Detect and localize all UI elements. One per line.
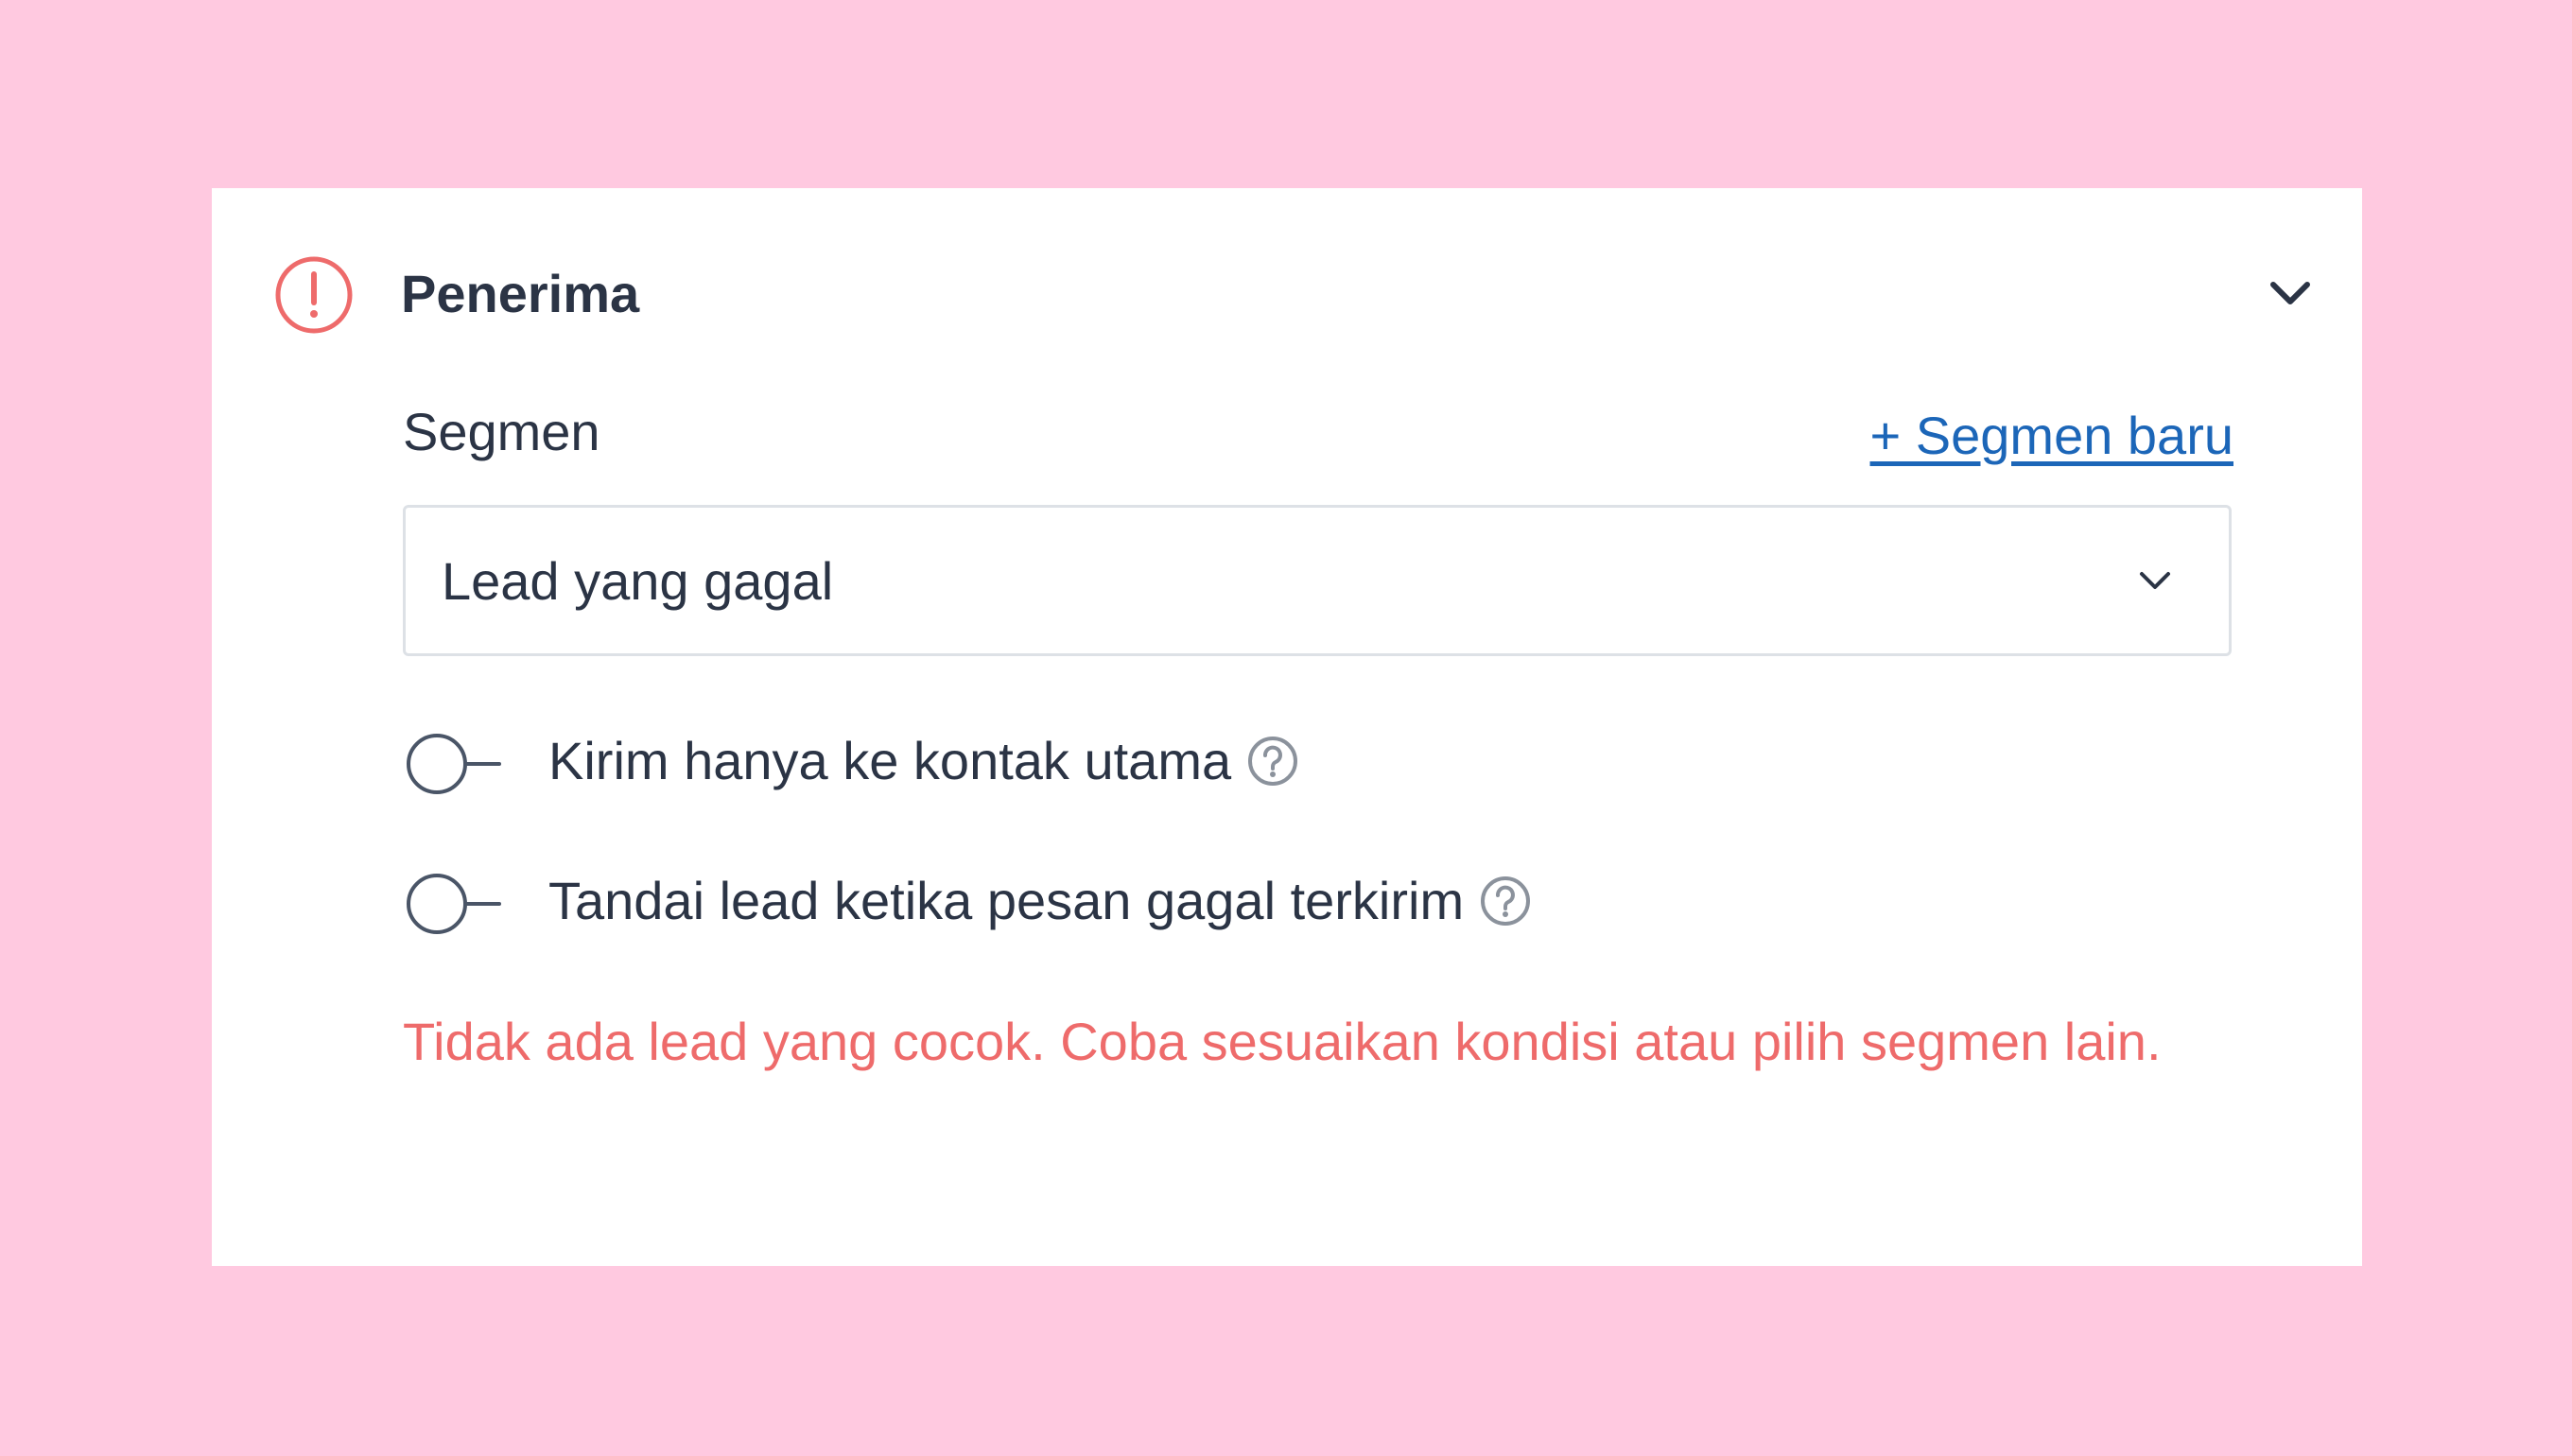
error-message: Tidak ada lead yang cocok. Coba sesuaika… [403, 1012, 2162, 1071]
section-header[interactable]: Penerima [212, 188, 2362, 396]
chevron-down-icon [2129, 555, 2181, 608]
mark-failed-toggle[interactable] [403, 871, 507, 937]
recipients-card: Penerima Segmen + Segmen baru Lead yang … [212, 188, 2362, 1266]
segment-select-value: Lead yang gagal [442, 551, 834, 611]
primary-contact-toggle[interactable] [403, 731, 507, 797]
primary-contact-label: Kirim hanya ke kontak utama [548, 723, 1299, 799]
section-title: Penerima [401, 264, 640, 323]
new-segment-link[interactable]: + Segmen baru [1870, 398, 2233, 474]
question-circle-icon[interactable] [1479, 875, 1532, 927]
error-exclamation-icon [274, 255, 354, 335]
chevron-down-icon[interactable] [2260, 264, 2320, 324]
question-circle-icon[interactable] [1246, 735, 1299, 788]
segment-label: Segmen [403, 402, 600, 461]
mark-failed-label: Tandai lead ketika pesan gagal terkirim [548, 863, 1532, 939]
segment-select[interactable]: Lead yang gagal [403, 505, 2232, 656]
